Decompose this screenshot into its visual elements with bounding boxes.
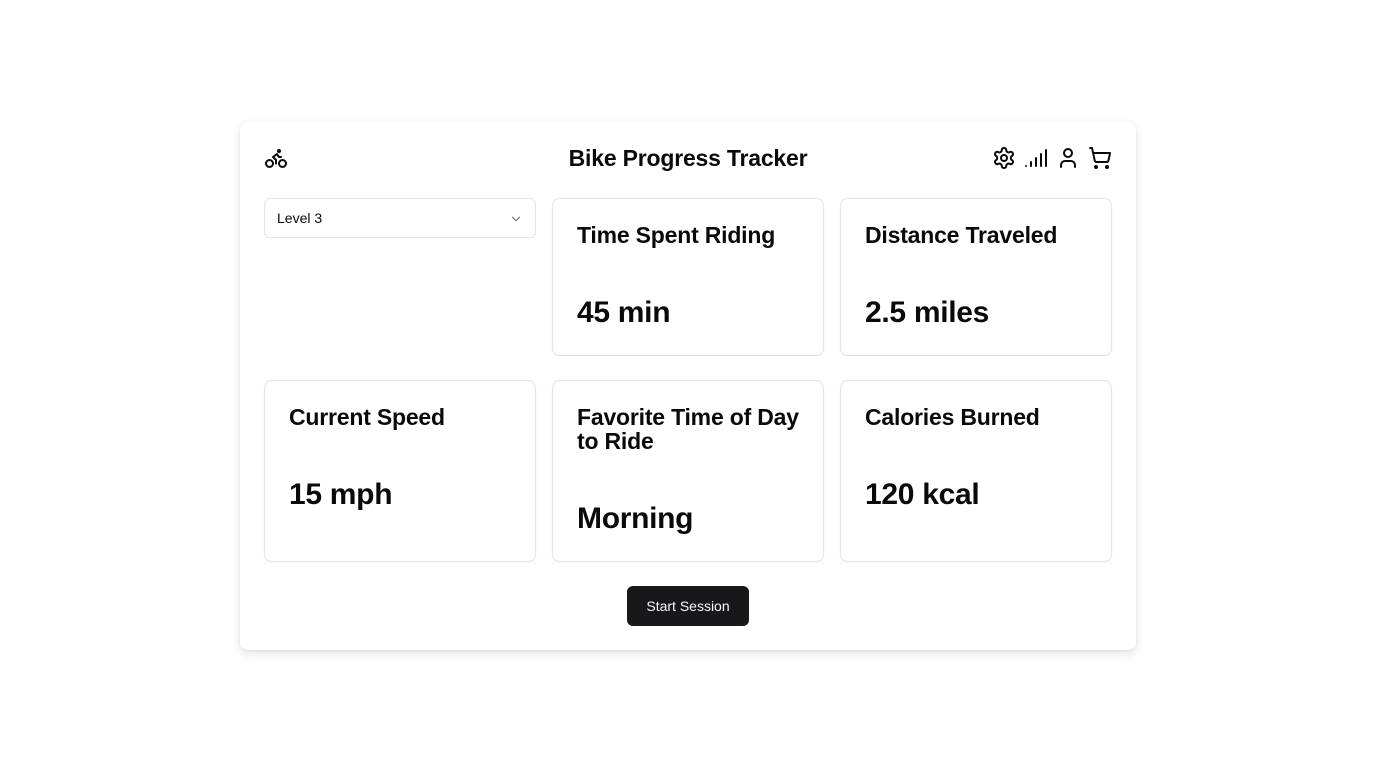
level-select-value: Level 3 <box>277 210 323 226</box>
stat-value: 2.5 miles <box>865 296 990 329</box>
signal-icon[interactable] <box>1024 146 1048 170</box>
stat-title: Current Speed <box>289 404 445 430</box>
cart-icon[interactable] <box>1088 146 1112 170</box>
stat-value: 45 min <box>577 296 671 329</box>
stat-card-speed: Current Speed 15 mph <box>264 380 536 562</box>
header-actions <box>992 146 1112 170</box>
stat-card-favorite-time: Favorite Time of Day to Ride Morning <box>552 380 824 562</box>
stat-title: Time Spent Riding <box>577 222 776 248</box>
chevron-down-icon <box>509 212 523 226</box>
stat-title: Distance Traveled <box>865 222 1058 248</box>
start-session-button[interactable]: Start Session <box>627 586 749 626</box>
stat-value: 15 mph <box>289 478 393 511</box>
page-title: Bike Progress Tracker <box>568 145 808 171</box>
stat-value: 120 kcal <box>865 478 980 511</box>
settings-icon[interactable] <box>992 146 1016 170</box>
level-select[interactable]: Level 3 <box>264 198 536 238</box>
user-icon[interactable] <box>1056 146 1080 170</box>
header: Bike Progress Tracker <box>264 142 1112 174</box>
tracker-card: Bike Progress Tracker Level 3 Time Spent… <box>240 122 1136 650</box>
stat-title: Calories Burned <box>865 404 1040 430</box>
stat-card-distance: Distance Traveled 2.5 miles <box>840 198 1112 356</box>
stat-card-time-spent: Time Spent Riding 45 min <box>552 198 824 356</box>
stat-title: Favorite Time of Day to Ride <box>577 404 799 454</box>
stat-card-calories: Calories Burned 120 kcal <box>840 380 1112 562</box>
stat-value: Morning <box>577 502 694 535</box>
